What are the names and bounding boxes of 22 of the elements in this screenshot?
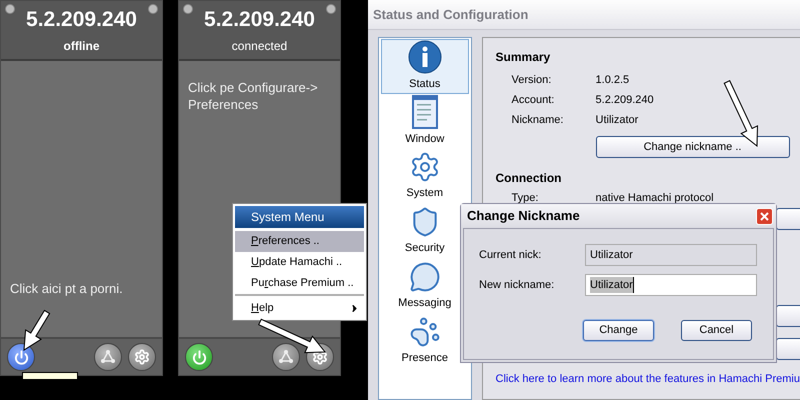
field-label: Nickname: bbox=[512, 112, 564, 128]
section-heading: Summary bbox=[496, 49, 552, 66]
menu-title: System Menu bbox=[235, 206, 364, 228]
field-label: Type: bbox=[512, 190, 540, 206]
ip-address: 5.2.209.240 bbox=[204, 7, 315, 33]
field-value: native Hamachi protocol bbox=[596, 190, 714, 206]
hint-text: Click pe Configurare-> Preferences bbox=[188, 79, 319, 113]
ip-address: 5.2.209.240 bbox=[26, 7, 137, 33]
field-label: New nickname: bbox=[479, 278, 556, 293]
field-label: Version: bbox=[512, 72, 552, 88]
window-title: Status and Configuration bbox=[373, 6, 528, 24]
dialog-title: Change Nickname bbox=[467, 207, 581, 226]
field-label: Account: bbox=[512, 92, 556, 108]
field-value: Utilizator bbox=[596, 112, 638, 128]
status-text: connected bbox=[232, 38, 288, 55]
field-value: 5.2.209.240 bbox=[596, 92, 654, 108]
field-label: Current nick: bbox=[479, 248, 542, 263]
section-heading: Connection bbox=[496, 170, 563, 187]
field-value: 1.0.2.5 bbox=[596, 72, 630, 88]
current-nick-field: Utilizator bbox=[585, 244, 757, 266]
hint-text: Click aici pt a porni. bbox=[10, 280, 124, 297]
status-text: offline bbox=[64, 38, 100, 55]
